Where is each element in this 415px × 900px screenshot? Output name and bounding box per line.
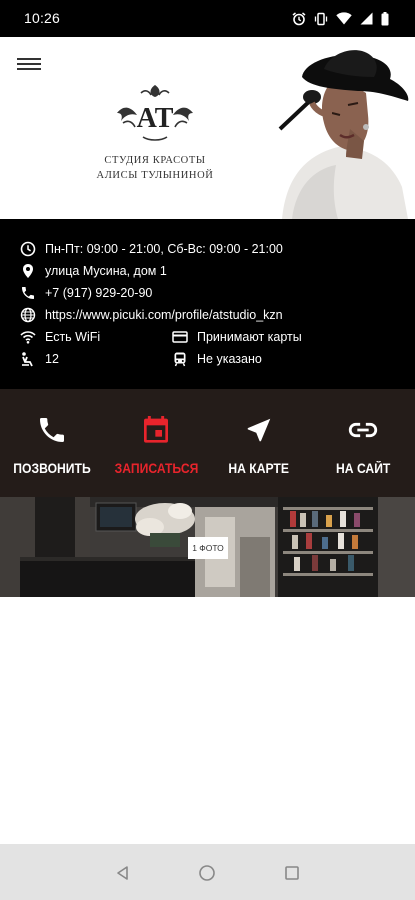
phone-icon bbox=[22, 287, 34, 299]
website-button[interactable]: НА САЙТ bbox=[313, 389, 413, 497]
hours-text: Пн-Пт: 09:00 - 21:00, Сб-Вс: 09:00 - 21:… bbox=[45, 242, 283, 256]
credit-card-icon bbox=[172, 331, 188, 343]
vibrate-icon bbox=[314, 12, 328, 25]
cards-row: Принимают карты bbox=[172, 328, 302, 346]
book-button[interactable]: ЗАПИСАТЬСЯ bbox=[106, 389, 206, 497]
calendar-icon bbox=[139, 413, 173, 447]
system-navigation-bar bbox=[0, 844, 415, 900]
logo-ornament-icon: AT bbox=[117, 85, 193, 141]
menu-button[interactable] bbox=[17, 55, 41, 75]
transport-icon bbox=[174, 352, 186, 367]
logo-line-1: СТУДИЯ КРАСОТЫ bbox=[104, 155, 206, 166]
wifi-row: Есть WiFi bbox=[20, 328, 100, 346]
status-time: 10:26 bbox=[24, 10, 61, 26]
recents-square-icon bbox=[285, 866, 299, 880]
status-icons bbox=[292, 10, 389, 27]
website-button-label: НА САЙТ bbox=[335, 461, 391, 476]
wifi-signal-icon bbox=[336, 12, 352, 25]
seats-row: 12 bbox=[20, 350, 59, 368]
menu-icon-line bbox=[17, 68, 41, 70]
website-text: https://www.picuki.com/profile/atstudio_… bbox=[45, 308, 283, 322]
phone-row[interactable]: +7 (917) 929-20-90 bbox=[20, 284, 152, 302]
battery-icon bbox=[381, 11, 389, 25]
call-button[interactable]: ПОЗВОНИТЬ bbox=[2, 389, 102, 497]
link-icon bbox=[346, 413, 380, 447]
wifi-icon bbox=[20, 331, 36, 344]
call-button-label: ПОЗВОНИТЬ bbox=[13, 461, 91, 476]
seat-icon bbox=[22, 352, 33, 367]
wifi-text: Есть WiFi bbox=[45, 330, 101, 344]
salon-gallery-photo[interactable]: 1 ФОТО bbox=[0, 497, 415, 597]
phone-icon bbox=[35, 413, 69, 447]
website-row[interactable]: https://www.picuki.com/profile/atstudio_… bbox=[20, 306, 283, 324]
location-pin-icon bbox=[23, 264, 33, 278]
logo-line-2: АЛИСЫ ТУЛЫНИНОЙ bbox=[96, 170, 214, 181]
header-banner: AT СТУДИЯ КРАСОТЫ АЛИСЫ ТУЛЫНИНОЙ bbox=[0, 37, 415, 219]
back-button[interactable] bbox=[112, 862, 134, 884]
back-triangle-icon bbox=[117, 866, 128, 880]
status-bar: 10:26 bbox=[0, 0, 415, 37]
owner-photo bbox=[262, 37, 415, 219]
home-button[interactable] bbox=[196, 862, 218, 884]
home-circle-icon bbox=[199, 865, 215, 881]
hours-row: Пн-Пт: 09:00 - 21:00, Сб-Вс: 09:00 - 21:… bbox=[20, 240, 283, 258]
logo-initials: AT bbox=[137, 103, 174, 134]
menu-icon-line bbox=[17, 63, 41, 65]
transport-text: Не указано bbox=[197, 352, 262, 366]
business-info-panel: Пн-Пт: 09:00 - 21:00, Сб-Вс: 09:00 - 21:… bbox=[0, 219, 415, 389]
map-button-label: НА КАРТЕ bbox=[228, 461, 290, 476]
cards-text: Принимают карты bbox=[197, 330, 302, 344]
content-area bbox=[0, 597, 415, 844]
phone-text: +7 (917) 929-20-90 bbox=[45, 286, 153, 300]
menu-icon-line bbox=[17, 58, 41, 60]
seats-text: 12 bbox=[45, 352, 59, 366]
book-button-label: ЗАПИСАТЬСЯ bbox=[114, 461, 198, 476]
cellular-signal-icon bbox=[360, 12, 373, 25]
address-row[interactable]: улица Мусина, дом 1 bbox=[20, 262, 167, 280]
map-button[interactable]: НА КАРТЕ bbox=[209, 389, 309, 497]
globe-icon bbox=[20, 307, 36, 323]
recents-button[interactable] bbox=[281, 862, 303, 884]
address-text: улица Мусина, дом 1 bbox=[45, 264, 167, 278]
photo-count-badge: 1 ФОТО bbox=[188, 537, 228, 559]
alarm-icon bbox=[292, 11, 306, 25]
studio-logo: AT СТУДИЯ КРАСОТЫ АЛИСЫ ТУЛЫНИНОЙ bbox=[80, 77, 230, 187]
clock-icon bbox=[20, 241, 36, 257]
action-bar: ПОЗВОНИТЬ ЗАПИСАТЬСЯ НА КАРТЕ НА САЙТ bbox=[0, 389, 415, 497]
navigation-icon bbox=[242, 413, 276, 447]
transport-row: Не указано bbox=[172, 350, 262, 368]
